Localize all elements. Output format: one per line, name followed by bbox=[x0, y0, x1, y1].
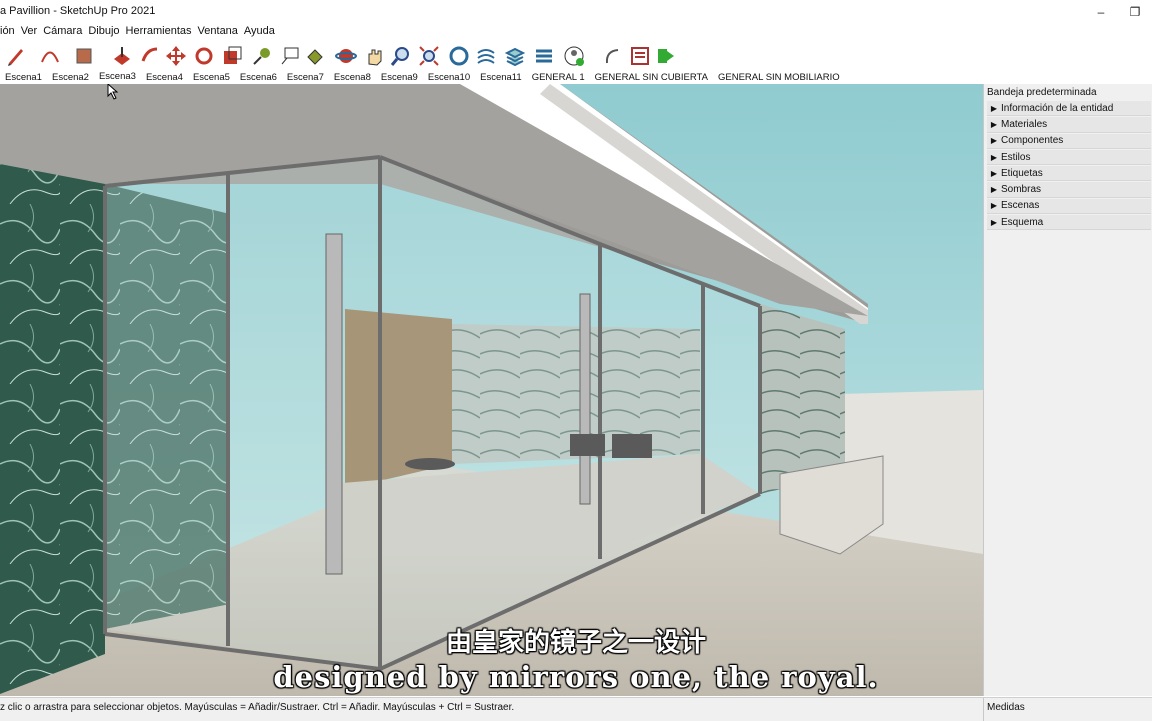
maximize-button[interactable]: ❐ bbox=[1118, 0, 1152, 24]
tray-item-shadows[interactable]: ▶ Sombras bbox=[987, 182, 1151, 198]
tray-item-label: Materiales bbox=[1001, 118, 1048, 130]
scale-icon[interactable] bbox=[220, 44, 244, 68]
pan-icon[interactable] bbox=[362, 44, 386, 68]
profile-icon[interactable] bbox=[562, 44, 586, 68]
follow-me-icon[interactable] bbox=[138, 44, 162, 68]
component-options-icon[interactable] bbox=[447, 44, 471, 68]
tray-item-label: Escenas bbox=[1001, 200, 1040, 212]
menu-edicion[interactable]: ión bbox=[0, 25, 15, 41]
main-toolbar bbox=[0, 41, 1152, 71]
move-icon[interactable] bbox=[164, 44, 188, 68]
tray-item-components[interactable]: ▶ Componentes bbox=[987, 133, 1151, 149]
orbit-icon[interactable] bbox=[334, 44, 358, 68]
tray-item-entity-info[interactable]: ▶ Información de la entidad bbox=[987, 101, 1151, 117]
push-pull-icon[interactable] bbox=[110, 44, 134, 68]
scene-tab-active[interactable]: Escena3 bbox=[93, 71, 141, 84]
expand-triangle-icon: ▶ bbox=[990, 119, 998, 129]
measurements-box[interactable]: Medidas bbox=[983, 698, 1152, 721]
expand-triangle-icon: ▶ bbox=[990, 168, 998, 178]
expand-triangle-icon: ▶ bbox=[990, 217, 998, 227]
sandbox-icon[interactable] bbox=[474, 44, 498, 68]
status-bar: z clic o arrastra para seleccionar objet… bbox=[0, 697, 1152, 721]
menu-ventana[interactable]: Ventana bbox=[198, 25, 238, 41]
tray-item-tags[interactable]: ▶ Etiquetas bbox=[987, 166, 1151, 182]
tray-item-label: Sombras bbox=[1001, 184, 1042, 196]
expand-triangle-icon: ▶ bbox=[990, 185, 998, 195]
tray-item-outliner[interactable]: ▶ Esquema bbox=[987, 215, 1151, 231]
model-viewport[interactable] bbox=[0, 84, 983, 696]
tray-item-styles[interactable]: ▶ Estilos bbox=[987, 149, 1151, 166]
minimize-button[interactable]: – bbox=[1084, 0, 1118, 24]
subtitle-chinese: 由皇家的镜子之一设计 bbox=[445, 628, 706, 658]
pavilion-render bbox=[0, 84, 983, 696]
zoom-extents-icon[interactable] bbox=[417, 44, 441, 68]
menu-bar: ión Ver Cámara Dibujo Herramientas Venta… bbox=[0, 25, 275, 41]
tray-item-label: Esquema bbox=[1001, 216, 1044, 228]
paint-bucket-icon[interactable] bbox=[303, 44, 327, 68]
tray-item-label: Componentes bbox=[1001, 135, 1064, 147]
extension-icon[interactable] bbox=[654, 44, 678, 68]
tape-measure-icon[interactable] bbox=[250, 44, 274, 68]
menu-ver[interactable]: Ver bbox=[21, 25, 38, 41]
text-icon[interactable] bbox=[278, 44, 302, 68]
outliner-icon[interactable] bbox=[532, 44, 556, 68]
eraser-paint-icon[interactable] bbox=[72, 44, 96, 68]
tray-item-materials[interactable]: ▶ Materiales bbox=[987, 117, 1151, 133]
arc-icon[interactable] bbox=[38, 44, 62, 68]
layers-icon[interactable] bbox=[503, 44, 527, 68]
title-bar: a Pavillion - SketchUp Pro 2021 – ❐ bbox=[0, 0, 1152, 24]
menu-herramientas[interactable]: Herramientas bbox=[126, 25, 192, 41]
rotate-icon[interactable] bbox=[192, 44, 216, 68]
select-icon[interactable] bbox=[601, 44, 625, 68]
status-hint: z clic o arrastra para seleccionar objet… bbox=[0, 702, 515, 713]
tray-item-label: Etiquetas bbox=[1001, 167, 1043, 179]
tray-item-label: Información de la entidad bbox=[1001, 102, 1114, 114]
menu-camara[interactable]: Cámara bbox=[43, 25, 82, 41]
expand-triangle-icon: ▶ bbox=[990, 201, 998, 211]
subtitle-english: designed by mirrors one, the royal. bbox=[273, 660, 879, 694]
expand-triangle-icon: ▶ bbox=[990, 103, 998, 113]
tray-title: Bandeja predeterminada bbox=[987, 87, 1097, 98]
scene-manager-icon[interactable] bbox=[628, 44, 652, 68]
menu-dibujo[interactable]: Dibujo bbox=[88, 25, 119, 41]
expand-triangle-icon: ▶ bbox=[990, 152, 998, 162]
window-title: a Pavillion - SketchUp Pro 2021 bbox=[0, 5, 156, 17]
tray-item-scenes[interactable]: ▶ Escenas bbox=[987, 198, 1151, 215]
zoom-icon[interactable] bbox=[389, 44, 413, 68]
default-tray: Bandeja predeterminada ▶ Información de l… bbox=[983, 84, 1152, 696]
tray-item-label: Estilos bbox=[1001, 151, 1031, 163]
pencil-icon[interactable] bbox=[4, 44, 28, 68]
menu-ayuda[interactable]: Ayuda bbox=[244, 25, 275, 41]
expand-triangle-icon: ▶ bbox=[990, 136, 998, 146]
